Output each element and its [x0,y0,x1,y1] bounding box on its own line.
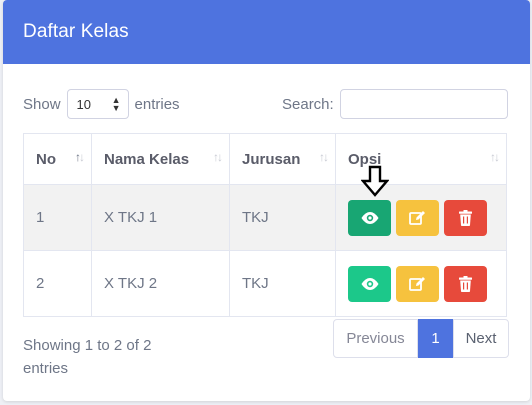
view-button[interactable] [348,265,391,302]
select-caret-icon: ▲ ▼ [111,95,121,113]
edit-button[interactable] [396,265,439,302]
cell-no: 2 [23,250,92,317]
sort-icon: ↑↓ [75,150,85,164]
cell-opsi [335,250,507,317]
eye-icon [361,211,378,224]
cell-nama-kelas: X TKJ 1 [91,184,230,251]
page-title: Daftar Kelas [23,21,129,42]
delete-button[interactable] [444,265,487,302]
entries-label: entries [134,95,180,113]
column-header-jurusan[interactable]: Jurusan ↑↓ [229,133,336,185]
sort-icon: ↑↓ [490,150,500,164]
delete-button[interactable] [444,199,487,236]
trash-icon [459,209,472,226]
trash-icon [459,275,472,292]
table-info: Showing 1 to 2 of 2 entries [23,337,152,377]
pagination: Previous 1 Next [333,319,509,358]
cell-nama-kelas: X TKJ 2 [91,250,230,317]
search-control: Search: [282,88,508,120]
cell-no: 1 [23,184,92,251]
next-page-button[interactable]: Next [453,319,509,358]
column-header-nama-kelas[interactable]: Nama Kelas ↑↓ [91,133,230,185]
entries-select-value: 10 [76,96,91,112]
table-row: 1 X TKJ 1 TKJ [23,184,507,251]
down-arrow-icon [361,165,389,197]
table-header-row: No ↑↓ Nama Kelas ↑↓ Jurusan ↑↓ Opsi ↑↓ [23,133,507,185]
page-1-button[interactable]: 1 [418,319,453,358]
previous-page-button[interactable]: Previous [333,319,418,358]
search-input[interactable] [339,89,508,119]
show-label: Show [23,95,61,113]
edit-icon [409,210,425,225]
kelas-table: No ↑↓ Nama Kelas ↑↓ Jurusan ↑↓ Opsi ↑↓ 1… [23,133,507,317]
length-control: Show 10 ▲ ▼ entries [23,88,180,120]
view-button[interactable] [348,199,391,236]
entries-select[interactable]: 10 ▲ ▼ [66,89,129,119]
sort-icon: ↑↓ [213,150,223,164]
sort-icon: ↑↓ [319,150,329,164]
column-header-no[interactable]: No ↑↓ [23,133,92,185]
edit-button[interactable] [396,199,439,236]
kelas-card: Daftar Kelas Show 10 ▲ ▼ entries Search: … [3,0,530,401]
table-row: 2 X TKJ 2 TKJ [23,250,507,317]
edit-icon [409,276,425,291]
eye-icon [361,277,378,290]
card-header: Daftar Kelas [3,0,530,64]
cell-jurusan: TKJ [229,250,336,317]
cell-jurusan: TKJ [229,184,336,251]
search-label: Search: [282,95,334,113]
